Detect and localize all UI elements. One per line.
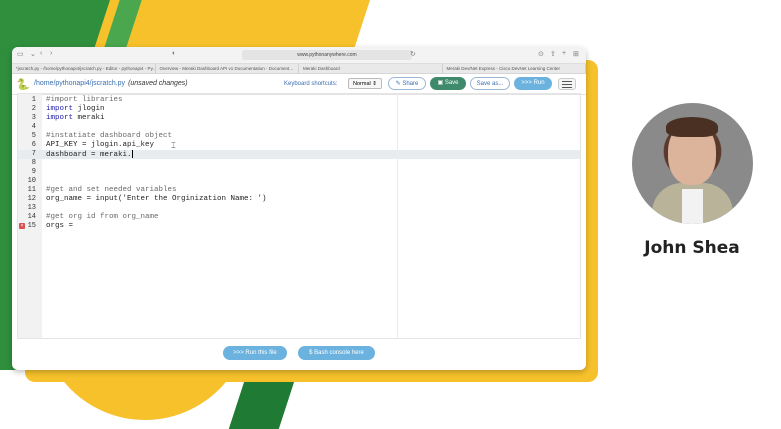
code-keyword: import <box>46 114 74 122</box>
code-text: org_name = input('Enter the Orginization… <box>46 195 267 204</box>
hamburger-menu-icon[interactable] <box>558 78 576 90</box>
code-content: API_KEY = jlogin.api_key <box>46 141 155 149</box>
code-line[interactable]: 8 <box>18 159 580 168</box>
code-line[interactable]: 12 org_name = input('Enter the Orginizati… <box>18 195 580 204</box>
code-line[interactable]: 6 API_KEY = jlogin.api_key <box>18 141 580 150</box>
line-number: 13 <box>27 204 36 212</box>
keyboard-mode-value: Normal <box>353 81 371 87</box>
unsaved-indicator: (unsaved changes) <box>128 80 188 87</box>
code-editor[interactable]: 1 #import libraries 2 import jlogin 3 import … <box>17 93 581 339</box>
code-line[interactable]: 1 #import libraries <box>18 96 580 105</box>
browser-tab[interactable]: *jscratch.py - /home/pythonapi4/jscratch… <box>12 64 156 73</box>
code-line[interactable]: 2 import jlogin <box>18 105 580 114</box>
browser-tab[interactable]: Overview - Meraki Dashboard API v1 Docum… <box>156 64 299 73</box>
new-tab-icon[interactable]: + <box>562 50 566 57</box>
share-icon[interactable]: ⇪ <box>550 50 556 58</box>
line-number: 9 <box>31 168 36 176</box>
code-content: dashboard = meraki. <box>46 150 132 159</box>
run-this-file-button[interactable]: >>> Run this file <box>223 346 287 360</box>
line-number: 6 <box>31 141 36 149</box>
line-number: 8 <box>31 159 36 167</box>
line-number: 12 <box>27 195 36 203</box>
reload-icon[interactable]: ↻ <box>410 50 416 58</box>
chevron-down-icon[interactable]: ⌄ <box>30 50 36 58</box>
presenter-avatar <box>632 103 753 224</box>
error-icon[interactable]: × <box>19 223 25 229</box>
save-icon: ▣ <box>437 80 444 86</box>
browser-toolbar: ▭ ⌄ ‹ › ◐ www.pythonanywhere.com ↻ ⊙ ⇪ +… <box>12 47 586 64</box>
share-button[interactable]: ✎ Share <box>388 77 426 90</box>
pythonanywhere-logo-icon[interactable]: 🐍 <box>16 78 30 91</box>
code-text: #instatiate dashboard object <box>46 132 172 141</box>
share-label: Share <box>402 81 419 87</box>
code-text: API_KEY = jlogin.api_key <box>46 141 154 150</box>
file-path: /home/pythonapi4/jscratch.py (unsaved cha… <box>34 80 188 87</box>
code-keyword: import <box>46 105 74 113</box>
code-text: #get org id from org_name <box>46 213 159 222</box>
code-lines: 1 #import libraries 2 import jlogin 3 import … <box>18 96 580 231</box>
code-text: import jlogin <box>46 105 105 114</box>
keyboard-mode-select[interactable]: Normal ⇕ <box>348 78 382 89</box>
save-as-button[interactable]: Save as... <box>470 77 510 90</box>
code-text: #import libraries <box>46 96 123 105</box>
bash-console-button[interactable]: $ Bash console here <box>298 346 375 360</box>
save-button[interactable]: ▣ Save <box>430 77 466 90</box>
line-number: 2 <box>31 105 36 113</box>
share-icon: ✎ <box>395 81 401 87</box>
address-bar[interactable]: www.pythonanywhere.com <box>242 50 412 60</box>
code-line[interactable]: 10 <box>18 177 580 186</box>
keyboard-shortcuts-label: Keyboard shortcuts: <box>284 81 338 87</box>
browser-window: ▭ ⌄ ‹ › ◐ www.pythonanywhere.com ↻ ⊙ ⇪ +… <box>12 47 586 370</box>
code-content: jlogin <box>73 105 105 113</box>
line-number: 11 <box>27 186 36 194</box>
line-number: 5 <box>31 132 36 140</box>
line-number: 3 <box>31 114 36 122</box>
browser-tab[interactable]: Meraki Dashboard <box>299 64 443 73</box>
code-text: orgs = <box>46 222 73 231</box>
select-arrows-icon: ⇕ <box>372 81 377 87</box>
presenter-name: John Shea <box>644 238 740 258</box>
code-content: #instatiate dashboard object <box>46 132 173 140</box>
code-line[interactable]: 13 <box>18 204 580 213</box>
editor-header: 🐍 /home/pythonapi4/jscratch.py (unsaved c… <box>12 74 586 95</box>
code-content: #get and set needed variables <box>46 186 177 194</box>
run-button[interactable]: >>> Run <box>514 77 552 90</box>
caret <box>131 150 133 158</box>
line-number: 10 <box>27 177 36 185</box>
privacy-icon[interactable]: ◐ <box>172 50 176 57</box>
line-number: 1 <box>31 96 36 104</box>
code-content: orgs = <box>46 222 74 230</box>
line-number: 7 <box>31 150 36 158</box>
code-line[interactable]: 4 <box>18 123 580 132</box>
back-icon[interactable]: ‹ <box>40 50 42 57</box>
code-text: #get and set needed variables <box>46 186 177 195</box>
tab-overview-icon[interactable]: ⊞ <box>573 50 579 58</box>
browser-tabs: *jscratch.py - /home/pythonapi4/jscratch… <box>12 64 586 74</box>
code-content: org_name = input('Enter the Orginization… <box>46 195 267 203</box>
code-line[interactable]: 15 × orgs = <box>18 222 580 231</box>
file-path-link[interactable]: /home/pythonapi4/jscratch.py <box>34 80 125 87</box>
code-line[interactable]: 3 import meraki <box>18 114 580 123</box>
save-label: Save <box>444 80 459 86</box>
code-line[interactable]: 5 #instatiate dashboard object <box>18 132 580 141</box>
code-line[interactable]: 9 <box>18 168 580 177</box>
forward-icon[interactable]: › <box>50 50 52 57</box>
code-line[interactable]: 7 dashboard = meraki. <box>18 150 580 159</box>
download-icon[interactable]: ⊙ <box>538 50 544 58</box>
line-number: 14 <box>27 213 36 221</box>
sidebar-toggle-icon[interactable]: ▭ <box>17 50 24 58</box>
text-cursor-icon: ⌶ <box>171 141 176 150</box>
code-line[interactable]: 11 #get and set needed variables <box>18 186 580 195</box>
code-line[interactable]: 14 #get org id from org_name <box>18 213 580 222</box>
browser-tab[interactable]: Meraki Dev/Net Express - Cisco DevNet Le… <box>443 64 586 73</box>
code-content: #get org id from org_name <box>46 213 159 221</box>
editor-footer: >>> Run this file $ Bash console here <box>12 340 586 370</box>
line-number: 4 <box>31 123 36 131</box>
code-text: import meraki <box>46 114 105 123</box>
code-content: #import libraries <box>46 96 123 104</box>
code-content: meraki <box>73 114 105 122</box>
